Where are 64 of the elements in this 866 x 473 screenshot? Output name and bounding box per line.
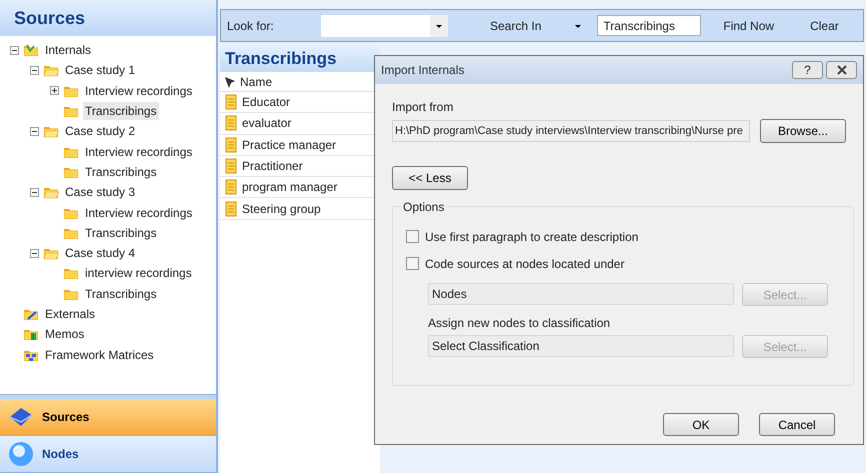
panel-title: Sources: [14, 6, 86, 30]
tree-item[interactable]: Case study 2: [63, 122, 138, 140]
checkbox[interactable]: [406, 230, 419, 243]
document-icon: [225, 94, 237, 110]
tree-item[interactable]: Case study 4: [63, 244, 138, 262]
nav-button[interactable]: Sources: [0, 399, 216, 436]
path-field[interactable]: H:\PhD program\Case study interviews\Interview transcribing\Nurse pre: [392, 120, 750, 142]
checkbox-label: Code sources at nodes located under: [425, 256, 624, 272]
sphere-icon: [8, 441, 34, 467]
find-now-button[interactable]: Find Now: [723, 16, 774, 34]
nav-button[interactable]: Nodes: [0, 436, 216, 473]
browse-button[interactable]: Browse...: [760, 119, 846, 143]
tree-item[interactable]: Interview recordings: [83, 142, 194, 161]
tree-item[interactable]: Case study 3: [63, 183, 138, 202]
collapse-icon[interactable]: [30, 126, 39, 136]
classification-field[interactable]: Select Classification: [428, 335, 734, 357]
search-in-field[interactable]: Transcribings: [597, 15, 702, 36]
collapse-icon[interactable]: [30, 66, 39, 75]
table-cell-text: program manager: [242, 179, 338, 196]
dialog-title: Import Internals: [381, 62, 464, 79]
close-button[interactable]: [826, 61, 857, 79]
field-label: Look for:: [227, 18, 275, 34]
list-title: Transcribings: [225, 48, 336, 70]
table-cell-text: Practitioner: [242, 158, 303, 176]
table-cell-text: evaluator: [242, 115, 292, 132]
tree-item[interactable]: Transcribings: [83, 284, 159, 303]
tree-item[interactable]: Memos: [43, 325, 86, 344]
nodes-field[interactable]: Nodes: [428, 283, 734, 305]
cancel-button[interactable]: Cancel: [759, 413, 835, 436]
document-icon: [225, 115, 237, 132]
document-icon: [225, 200, 237, 217]
field-label: Import from: [392, 99, 454, 116]
tree-item[interactable]: interview recordings: [83, 264, 194, 282]
folder-icon: [23, 42, 39, 58]
expand-icon[interactable]: [50, 86, 59, 96]
checkbox-label: Use first paragraph to create description: [425, 228, 638, 246]
search-in-button[interactable]: Search In: [490, 16, 542, 34]
table-cell-text: Steering group: [242, 200, 321, 218]
tree-item[interactable]: Case study 1: [63, 61, 138, 80]
collapse-icon[interactable]: [10, 46, 19, 55]
tree-item[interactable]: Transcribings: [83, 102, 159, 120]
tree-item[interactable]: Interview recordings: [83, 204, 194, 222]
table-cell-text: Educator: [242, 94, 290, 112]
cube-icon: [8, 405, 34, 429]
clear-button[interactable]: Clear: [810, 16, 839, 34]
collapse-icon[interactable]: [30, 248, 39, 258]
tree-item[interactable]: Framework Matrices: [43, 346, 156, 364]
close-icon: [836, 65, 846, 75]
tree-item[interactable]: Interview recordings: [83, 82, 194, 100]
help-button[interactable]: ?: [792, 61, 823, 79]
less-button[interactable]: << Less: [392, 166, 468, 190]
tree-item[interactable]: Transcribings: [83, 162, 159, 181]
collapse-icon[interactable]: [30, 188, 39, 197]
tree-item[interactable]: Externals: [43, 305, 98, 323]
ok-button[interactable]: OK: [663, 413, 739, 436]
document-icon: [225, 158, 237, 174]
tree-item[interactable]: Transcribings: [83, 224, 159, 242]
tree-item[interactable]: Internals: [43, 41, 94, 60]
column-header[interactable]: Name: [240, 72, 272, 90]
table-cell-text: Practice manager: [242, 136, 336, 154]
document-icon: [225, 179, 237, 196]
field-label: Assign new nodes to classification: [428, 315, 612, 332]
document-icon: [225, 136, 237, 153]
checkbox[interactable]: [406, 257, 419, 270]
